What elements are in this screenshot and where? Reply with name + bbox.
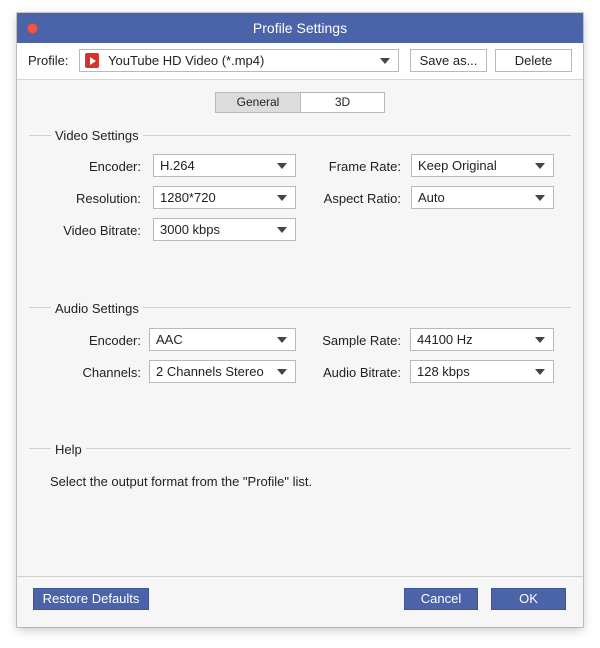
video-encoder-select[interactable]: H.264 (153, 154, 296, 177)
youtube-icon (85, 53, 99, 68)
profile-label: Profile: (28, 53, 69, 68)
chevron-down-icon (277, 195, 287, 201)
frame-rate-label: Frame Rate: (328, 159, 401, 174)
resolution-label: Resolution: (75, 191, 141, 206)
video-encoder-value: H.264 (160, 158, 195, 173)
title-bar: Profile Settings (17, 13, 583, 43)
chevron-down-icon (535, 163, 545, 169)
audio-encoder-select[interactable]: AAC (149, 328, 296, 351)
help-group-divider (29, 448, 571, 449)
audio-encoder-label: Encoder: (88, 333, 141, 348)
video-settings-title: Video Settings (51, 128, 143, 143)
tab-general[interactable]: General (216, 93, 300, 112)
sample-rate-select[interactable]: 44100 Hz (410, 328, 554, 351)
ok-button[interactable]: OK (491, 588, 566, 610)
profile-value: YouTube HD Video (*.mp4) (108, 53, 265, 68)
help-text: Select the output format from the "Profi… (50, 474, 313, 489)
chevron-down-icon (277, 227, 287, 233)
window-title: Profile Settings (252, 20, 348, 36)
view-tabs: General 3D (215, 92, 385, 113)
video-bitrate-label: Video Bitrate: (63, 223, 141, 238)
chevron-down-icon (277, 337, 287, 343)
chevron-down-icon (535, 337, 545, 343)
channels-select[interactable]: 2 Channels Stereo (149, 360, 296, 383)
channels-value: 2 Channels Stereo (156, 364, 264, 379)
video-bitrate-select[interactable]: 3000 kbps (153, 218, 296, 241)
aspect-ratio-select[interactable]: Auto (411, 186, 554, 209)
audio-bitrate-value: 128 kbps (417, 364, 470, 379)
chevron-down-icon (277, 163, 287, 169)
resolution-value: 1280*720 (160, 190, 216, 205)
cancel-button[interactable]: Cancel (404, 588, 478, 610)
channels-label: Channels: (82, 365, 141, 380)
audio-settings-title: Audio Settings (51, 301, 143, 316)
audio-bitrate-select[interactable]: 128 kbps (410, 360, 554, 383)
aspect-ratio-value: Auto (418, 190, 445, 205)
profile-row: Profile: YouTube HD Video (*.mp4) Save a… (17, 43, 583, 80)
frame-rate-value: Keep Original (418, 158, 497, 173)
delete-button[interactable]: Delete (495, 49, 572, 72)
aspect-ratio-label: Aspect Ratio: (323, 191, 401, 206)
footer-divider (17, 576, 583, 577)
sample-rate-value: 44100 Hz (417, 332, 473, 347)
chevron-down-icon (277, 369, 287, 375)
chevron-down-icon (535, 369, 545, 375)
frame-rate-select[interactable]: Keep Original (411, 154, 554, 177)
chevron-down-icon (380, 58, 390, 64)
video-bitrate-value: 3000 kbps (160, 222, 220, 237)
save-as-button[interactable]: Save as... (410, 49, 487, 72)
help-title: Help (51, 442, 86, 457)
audio-bitrate-label: Audio Bitrate: (322, 365, 401, 380)
profile-settings-window: Profile Settings Profile: YouTube HD Vid… (17, 13, 583, 627)
audio-encoder-value: AAC (156, 332, 183, 347)
tab-3d[interactable]: 3D (301, 93, 384, 112)
resolution-select[interactable]: 1280*720 (153, 186, 296, 209)
video-encoder-label: Encoder: (88, 159, 141, 174)
restore-defaults-button[interactable]: Restore Defaults (33, 588, 149, 610)
profile-select[interactable]: YouTube HD Video (*.mp4) (79, 49, 399, 72)
sample-rate-label: Sample Rate: (322, 333, 401, 348)
chevron-down-icon (535, 195, 545, 201)
